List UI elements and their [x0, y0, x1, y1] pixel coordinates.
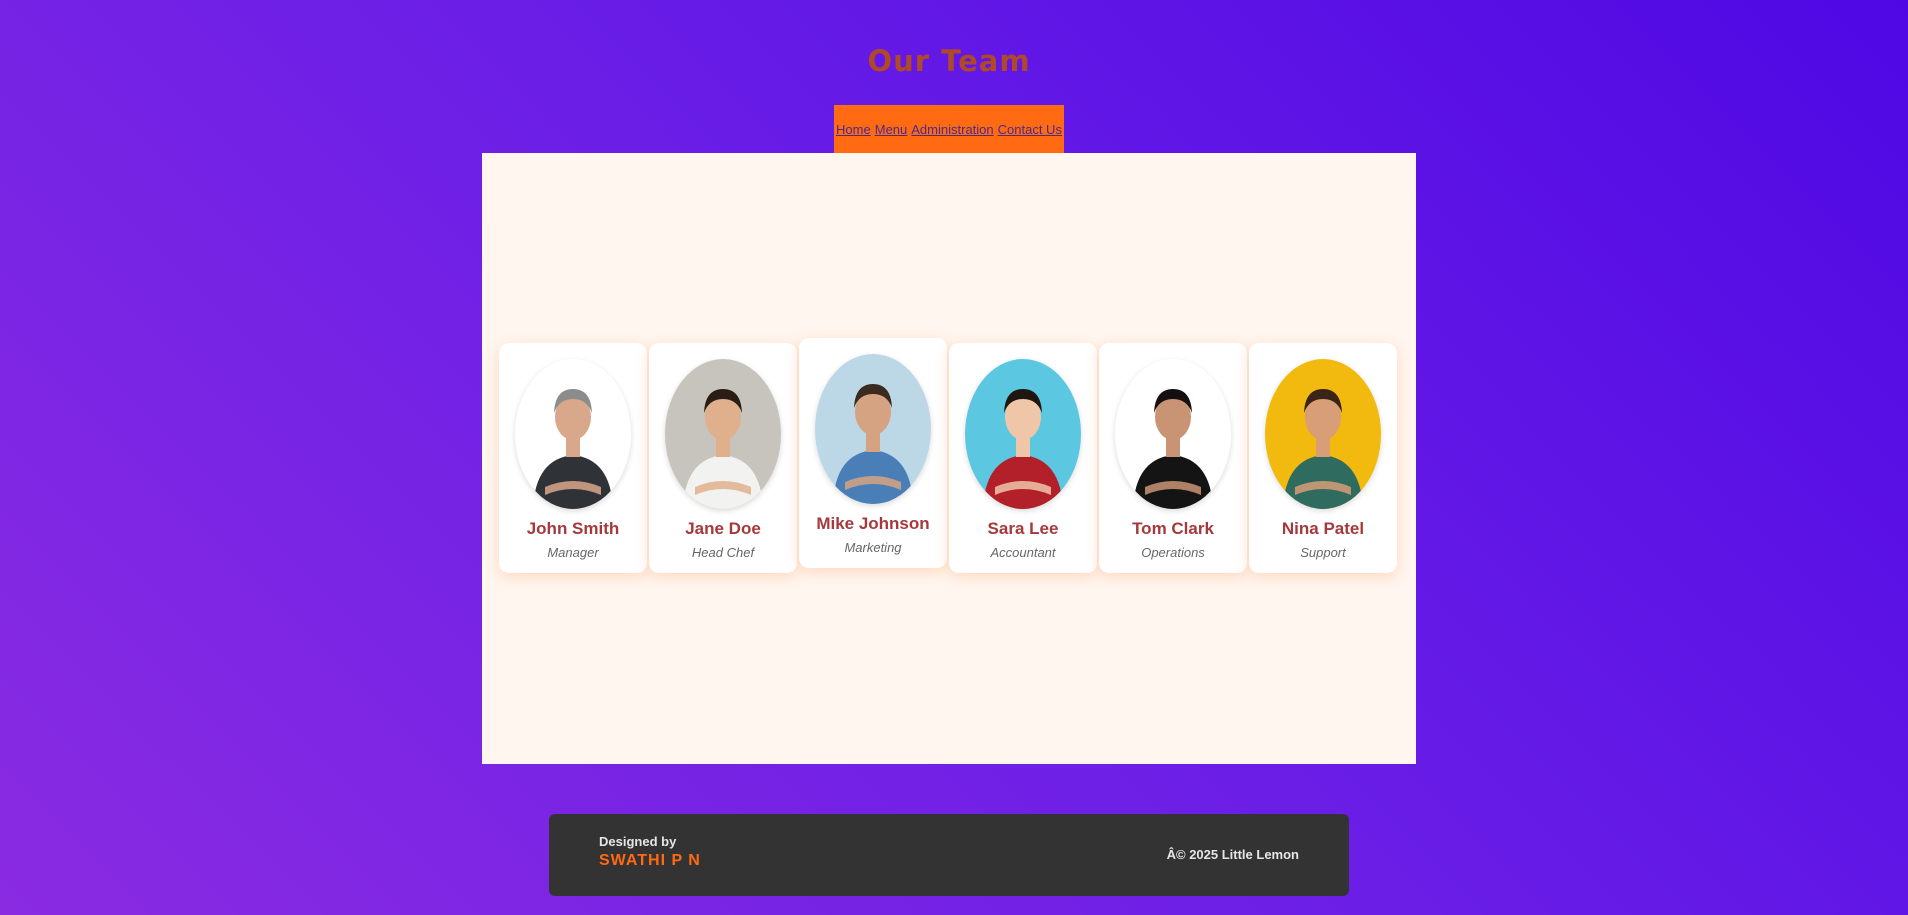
portrait-illustration [1115, 359, 1231, 509]
member-role: Manager [547, 545, 599, 560]
member-name: Nina Patel [1281, 519, 1365, 538]
member-name: Tom Clark [1132, 519, 1214, 538]
member-role: Operations [1141, 545, 1205, 560]
footer: Designed by SWATHI P N Â© 2025 Little Le… [549, 814, 1349, 896]
portrait-illustration [665, 359, 781, 509]
team-card-john-smith[interactable]: John Smith Manager [499, 343, 647, 573]
nav-link-administration[interactable]: Administration [911, 122, 993, 137]
member-photo [1265, 359, 1381, 509]
team-card-nina-patel[interactable]: Nina Patel Support [1249, 343, 1397, 573]
page-title: Our Team [867, 44, 1031, 78]
team-card-sara-lee[interactable]: Sara Lee Accountant [949, 343, 1097, 573]
member-name: Jane Doe [685, 519, 761, 538]
member-photo [665, 359, 781, 509]
nav-link-home[interactable]: Home [836, 122, 871, 137]
member-photo [515, 359, 631, 509]
team-card-jane-doe[interactable]: Jane Doe Head Chef [649, 343, 797, 573]
member-role: Marketing [844, 540, 902, 555]
footer-designer-name: SWATHI P N [599, 852, 701, 869]
member-photo [1115, 359, 1231, 509]
portrait-illustration [965, 359, 1081, 509]
portrait-illustration [815, 354, 931, 504]
portrait-illustration [515, 359, 631, 509]
team-card-tom-clark[interactable]: Tom Clark Operations [1099, 343, 1247, 573]
member-name: Mike Johnson [816, 514, 930, 533]
member-role: Support [1300, 545, 1346, 560]
main-nav: Home Menu Administration Contact Us [834, 105, 1064, 153]
team-panel: John Smith Manager Jane Doe Head Chef Mi… [482, 153, 1416, 764]
member-role: Head Chef [691, 545, 755, 560]
member-role: Accountant [990, 545, 1056, 560]
footer-copyright: Â© 2025 Little Lemon [1166, 847, 1299, 862]
member-photo [815, 354, 931, 504]
member-name: John Smith [526, 519, 620, 538]
portrait-illustration [1265, 359, 1381, 509]
nav-link-menu[interactable]: Menu [875, 122, 908, 137]
member-name: Sara Lee [987, 519, 1059, 538]
nav-link-contact-us[interactable]: Contact Us [998, 122, 1062, 137]
footer-designed-label: Designed by [599, 834, 677, 849]
team-card-mike-johnson[interactable]: Mike Johnson Marketing [799, 338, 947, 568]
member-photo [965, 359, 1081, 509]
